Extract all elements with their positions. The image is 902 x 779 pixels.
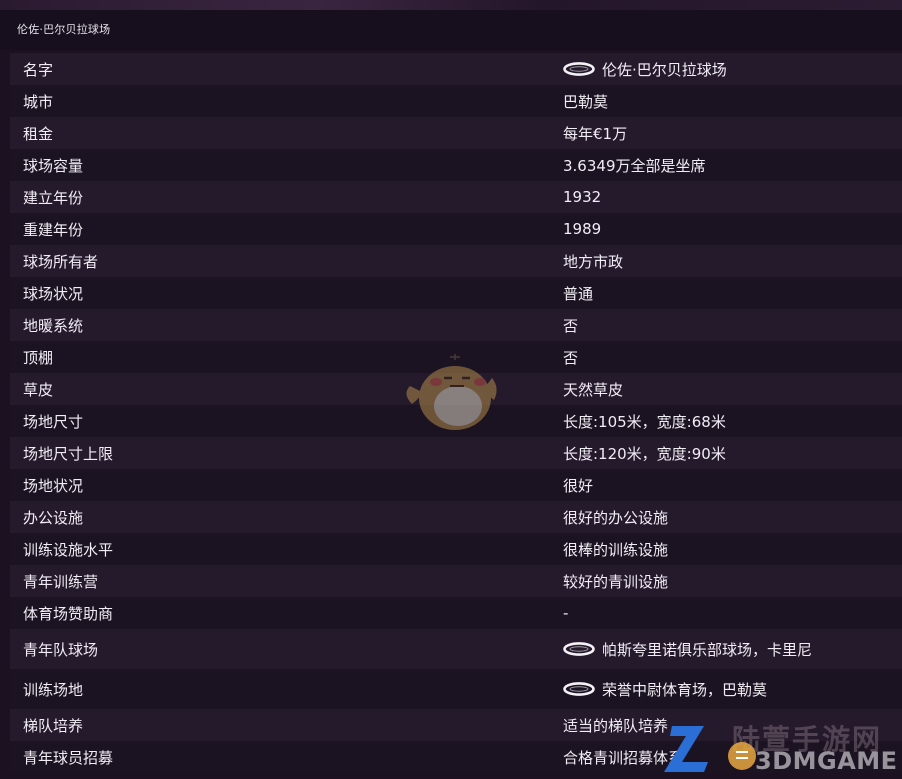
row-label: 办公设施 bbox=[23, 508, 84, 527]
table-row: 体育场赞助商 - bbox=[10, 597, 902, 629]
row-label: 场地尺寸上限 bbox=[23, 444, 114, 463]
row-value: 适当的梯队培养 bbox=[563, 716, 669, 735]
table-row: 场地尺寸上限 长度:120米，宽度:90米 bbox=[10, 437, 902, 469]
mascot-watermark-icon bbox=[406, 354, 497, 430]
table-row: 名字 伦佐·巴尔贝拉球场 bbox=[10, 53, 902, 85]
row-label: 训练设施水平 bbox=[23, 540, 114, 559]
row-label: 城市 bbox=[23, 92, 54, 111]
row-value: 否 bbox=[563, 348, 579, 367]
stadium-info-panel: 伦佐·巴尔贝拉球场 名字 伦佐·巴尔贝拉球场 城市 巴勒莫 租金 每年€1万 球… bbox=[0, 0, 902, 779]
row-label: 体育场赞助商 bbox=[23, 604, 114, 623]
row-value[interactable]: 伦佐·巴尔贝拉球场 bbox=[563, 59, 727, 80]
table-row: 青年队球场 帕斯夸里诺俱乐部球场，卡里尼 bbox=[10, 629, 902, 669]
stadium-name-link[interactable]: 伦佐·巴尔贝拉球场 bbox=[602, 59, 727, 80]
table-row: 场地状况 很好 bbox=[10, 469, 902, 501]
row-value[interactable]: 巴勒莫 bbox=[563, 91, 608, 112]
row-label: 场地尺寸 bbox=[23, 412, 84, 431]
row-value: 很棒的训练设施 bbox=[563, 540, 669, 559]
row-label: 青年训练营 bbox=[23, 572, 99, 591]
row-value: 天然草皮 bbox=[563, 380, 624, 399]
row-value[interactable]: 帕斯夸里诺俱乐部球场，卡里尼 bbox=[563, 639, 812, 660]
row-value: 地方市政 bbox=[563, 252, 624, 271]
training-ground-link[interactable]: 荣誉中尉体育场，巴勒莫 bbox=[602, 679, 767, 700]
row-label: 梯队培养 bbox=[23, 716, 84, 735]
watermark-brand: 3DMGAME bbox=[755, 747, 898, 775]
row-value: 较好的青训设施 bbox=[563, 572, 669, 591]
row-value: 很好的办公设施 bbox=[563, 508, 669, 527]
ring-icon bbox=[563, 62, 595, 76]
row-value: - bbox=[563, 604, 569, 622]
row-label: 重建年份 bbox=[23, 220, 84, 239]
row-value: 1989 bbox=[563, 220, 602, 238]
youth-stadium-link[interactable]: 帕斯夸里诺俱乐部球场，卡里尼 bbox=[602, 639, 812, 660]
row-label: 球场容量 bbox=[23, 156, 84, 175]
row-label: 青年队球场 bbox=[23, 640, 99, 659]
table-row: 球场所有者 地方市政 bbox=[10, 245, 902, 277]
table-row: 训练场地 荣誉中尉体育场，巴勒莫 bbox=[10, 669, 902, 709]
row-label: 青年球员招募 bbox=[23, 748, 114, 767]
panel-title: 伦佐·巴尔贝拉球场 bbox=[17, 23, 111, 36]
table-row: 租金 每年€1万 bbox=[10, 117, 902, 149]
row-label: 地暖系统 bbox=[23, 316, 84, 335]
row-label: 训练场地 bbox=[23, 680, 84, 699]
row-label: 场地状况 bbox=[23, 476, 84, 495]
top-decoration bbox=[0, 0, 902, 10]
table-row: 地暖系统 否 bbox=[10, 309, 902, 341]
table-row: 训练设施水平 很棒的训练设施 bbox=[10, 533, 902, 565]
row-label: 球场状况 bbox=[23, 284, 84, 303]
row-value: 1932 bbox=[563, 188, 602, 206]
table-row: 球场状况 普通 bbox=[10, 277, 902, 309]
row-value[interactable]: 荣誉中尉体育场，巴勒莫 bbox=[563, 679, 767, 700]
ring-icon bbox=[563, 642, 595, 656]
row-value: 长度:120米，宽度:90米 bbox=[563, 444, 726, 463]
table-row: 重建年份 1989 bbox=[10, 213, 902, 245]
table-row: 青年训练营 较好的青训设施 bbox=[10, 565, 902, 597]
panel-header: 伦佐·巴尔贝拉球场 bbox=[0, 10, 902, 50]
row-value: 3.6349万全部是坐席 bbox=[563, 156, 706, 175]
row-label: 名字 bbox=[23, 60, 54, 79]
row-label: 球场所有者 bbox=[23, 252, 99, 271]
ring-icon bbox=[563, 682, 595, 696]
row-label: 建立年份 bbox=[23, 188, 84, 207]
row-value: 每年€1万 bbox=[563, 124, 628, 143]
row-label: 草皮 bbox=[23, 380, 54, 399]
table-row: 城市 巴勒莫 bbox=[10, 85, 902, 117]
row-value: 否 bbox=[563, 316, 579, 335]
row-value: 长度:105米，宽度:68米 bbox=[563, 412, 726, 431]
table-row: 办公设施 很好的办公设施 bbox=[10, 501, 902, 533]
row-value: 很好 bbox=[563, 476, 594, 495]
table-row: 球场容量 3.6349万全部是坐席 bbox=[10, 149, 902, 181]
row-value: 普通 bbox=[563, 284, 594, 303]
row-label: 顶棚 bbox=[23, 348, 54, 367]
row-label: 租金 bbox=[23, 124, 54, 143]
table-row: 建立年份 1932 bbox=[10, 181, 902, 213]
